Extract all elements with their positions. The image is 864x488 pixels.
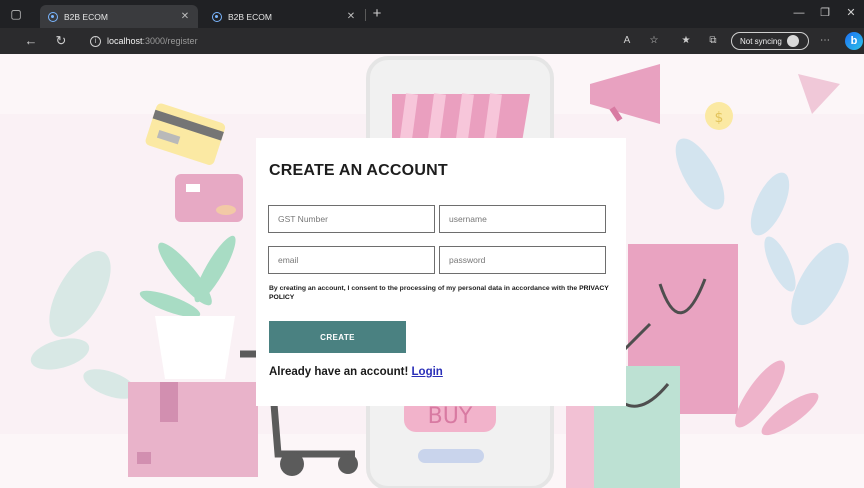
email-input[interactable] — [268, 246, 435, 274]
profile-avatar — [786, 35, 799, 47]
username-input[interactable] — [439, 205, 606, 233]
tab-b2b-ecom-active[interactable]: B2B ECOM ✕ — [40, 5, 198, 28]
gst-number-input[interactable] — [268, 205, 435, 233]
url-host: localhost — [107, 36, 143, 46]
login-prompt: Already have an account! Login — [269, 366, 443, 378]
url-path: :3000/register — [142, 36, 198, 46]
login-prompt-text: Already have an account! — [269, 366, 409, 378]
url-field[interactable]: i localhost :3000/register — [82, 31, 602, 51]
password-input[interactable] — [439, 246, 606, 274]
site-info-icon[interactable]: i — [90, 35, 101, 47]
close-window-icon[interactable]: ✕ — [842, 4, 860, 22]
react-favicon-icon — [48, 11, 58, 22]
page-viewport: BUY $ CREATE AN ACCOUNT GST Number usern… — [0, 54, 864, 488]
register-card: CREATE AN ACCOUNT By creating an account… — [256, 138, 626, 406]
minimize-icon[interactable]: — — [790, 4, 808, 22]
create-button[interactable]: CREATE — [269, 321, 406, 353]
login-link[interactable]: Login — [412, 366, 443, 378]
consent-body: By creating an account, I consent to the… — [269, 285, 578, 292]
react-favicon-icon — [212, 11, 222, 22]
tab-close-icon[interactable]: ✕ — [180, 11, 190, 22]
tab-title: B2B ECOM — [228, 11, 272, 22]
profile-sync-button[interactable]: Not syncing — [731, 32, 809, 50]
refresh-icon[interactable]: ↻ — [52, 32, 70, 50]
consent-text: By creating an account, I consent to the… — [269, 285, 614, 302]
tab-b2b-ecom[interactable]: B2B ECOM ✕ — [204, 5, 364, 28]
bing-chat-icon[interactable]: b — [845, 32, 863, 50]
new-tab-icon[interactable]: + — [368, 5, 386, 23]
page-title: CREATE AN ACCOUNT — [269, 162, 448, 179]
back-icon[interactable]: ← — [22, 32, 40, 50]
collections-icon[interactable]: ⧉ — [706, 34, 720, 48]
tab-title: B2B ECOM — [64, 11, 108, 22]
tab-separator — [365, 9, 366, 21]
more-options-icon[interactable]: ⋯ — [818, 34, 832, 48]
read-aloud-icon[interactable]: A — [620, 34, 634, 48]
restore-icon[interactable]: ❐ — [816, 4, 834, 22]
window-controls: — ❐ ✕ — [790, 4, 860, 22]
favorites-icon[interactable]: ★ — [679, 34, 693, 48]
browser-tab-bar: ▢ B2B ECOM ✕ B2B ECOM ✕ + — ❐ ✕ — [0, 0, 864, 28]
tab-close-icon[interactable]: ✕ — [346, 11, 356, 22]
sync-label: Not syncing — [740, 36, 782, 46]
buy-label: BUY — [428, 404, 473, 429]
add-favorite-icon[interactable]: ☆ — [647, 34, 661, 48]
coin-symbol: $ — [715, 110, 724, 126]
address-bar: ← ↻ i localhost :3000/register A ☆ ★ ⧉ N… — [0, 28, 864, 54]
tab-actions-icon[interactable]: ▢ — [8, 6, 24, 22]
